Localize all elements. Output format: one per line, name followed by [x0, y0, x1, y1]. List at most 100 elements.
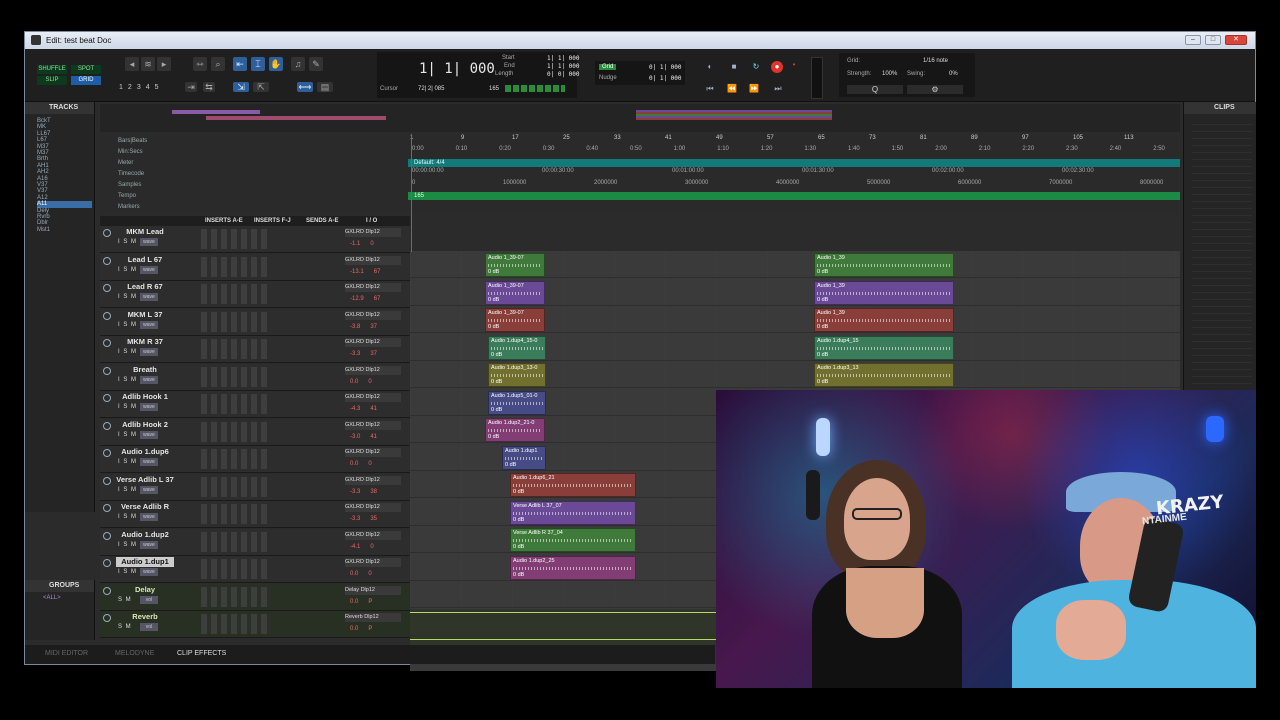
track-view-selector[interactable]: vol: [140, 595, 158, 604]
insert-send-slots[interactable]: [201, 366, 271, 387]
zoom-preset-4[interactable]: 4: [146, 84, 155, 91]
track-volume[interactable]: -3.0 41: [350, 433, 400, 441]
insert-send-slots[interactable]: [201, 394, 271, 414]
track-solo-mute-buttons[interactable]: I S M: [118, 459, 137, 465]
record-mode-icon[interactable]: •: [787, 59, 801, 71]
track-volume-value[interactable]: 0.0: [350, 571, 358, 577]
track-io-selector[interactable]: GXLRD Dlp12: [345, 283, 401, 292]
track-row[interactable]: Audio 1.dup1 I S Mwave GXLRD Dlp12 0.0 0: [100, 556, 410, 583]
track-solo-mute-buttons[interactable]: I S M: [118, 294, 137, 300]
track-volume-value[interactable]: -4.1: [350, 544, 360, 550]
track-type-icon[interactable]: [103, 229, 111, 237]
track-io-selector[interactable]: GXLRD Dlp12: [345, 558, 401, 567]
insert-send-slots[interactable]: [201, 256, 271, 277]
grid-mode-button[interactable]: GRID: [71, 76, 101, 85]
track-type-icon[interactable]: [103, 256, 111, 265]
track-io-selector[interactable]: GXLRD Dlp12: [345, 393, 401, 402]
insert-send-slots[interactable]: [201, 504, 271, 524]
track-view-selector[interactable]: wave: [140, 348, 158, 356]
meter-ruler[interactable]: Default: 4/4: [408, 159, 1180, 167]
track-name[interactable]: MKM R 37: [116, 337, 174, 347]
track-solo-mute-buttons[interactable]: I S M: [118, 377, 137, 383]
stop-icon[interactable]: ■: [727, 61, 741, 73]
track-io-selector[interactable]: GXLRD Dlp12: [345, 310, 401, 320]
track-solo-mute-buttons[interactable]: I S M: [118, 239, 137, 245]
track-io-selector[interactable]: GXLRD Dlp12: [345, 530, 401, 540]
track-volume[interactable]: 0.0 P: [350, 625, 400, 633]
track-solo-mute-buttons[interactable]: S M: [118, 624, 132, 630]
nudge-label[interactable]: Nudge: [599, 75, 617, 81]
track-volume[interactable]: -12.9 67: [350, 295, 400, 303]
track-pan-value[interactable]: 0: [368, 571, 371, 577]
track-type-icon[interactable]: [103, 476, 111, 485]
audio-clip[interactable]: Audio 1_39-07 0 dB: [485, 280, 545, 305]
insert-send-slots[interactable]: [201, 229, 271, 249]
track-view-selector[interactable]: wave: [140, 293, 158, 301]
track-pan-value[interactable]: 41: [370, 434, 377, 440]
zoom-out-icon[interactable]: ◂: [125, 57, 139, 71]
playhead-marker[interactable]: [411, 134, 412, 252]
insert-send-slots[interactable]: [201, 284, 271, 304]
track-volume[interactable]: -3.3 37: [350, 350, 400, 358]
online-icon[interactable]: ◐: [703, 61, 717, 73]
audio-clip[interactable]: Verse Adlib R 37_04 0 dB: [510, 528, 636, 552]
audio-clip[interactable]: Audio 1.dup4_15 0 dB: [814, 335, 954, 360]
track-pan-value[interactable]: P: [368, 626, 372, 632]
tcE-icon[interactable]: ▤: [317, 82, 333, 92]
zoom-preset-5[interactable]: 5: [155, 84, 164, 91]
return-to-zero-icon[interactable]: ⏮: [703, 83, 717, 95]
track-view-selector[interactable]: wave: [140, 265, 158, 274]
trim-tool-icon[interactable]: ⇤: [233, 57, 247, 71]
track-row[interactable]: Verse Adlib R 37I S Mwave GXLRD Dlp12 -3.3…: [100, 501, 410, 528]
track-volume-value[interactable]: -3.3: [350, 351, 360, 357]
track-volume-value[interactable]: -3.3: [350, 489, 360, 495]
zoom-presets[interactable]: 12345: [119, 84, 164, 91]
track-volume[interactable]: -3.8 37: [350, 323, 400, 331]
audio-clip[interactable]: Audio 1_39 0 dB: [814, 280, 954, 305]
track-row[interactable]: Audio 1.dup6 I S Mwave GXLRD Dlp12 0.0 0: [100, 446, 410, 473]
insert-send-slots[interactable]: [201, 476, 271, 497]
audio-clip[interactable]: Audio 1.dup1 0 dB: [502, 445, 546, 470]
track-view-selector[interactable]: wave: [140, 238, 158, 246]
track-name[interactable]: MKM Lead: [116, 227, 174, 237]
tempo-ruler[interactable]: 165: [408, 192, 1180, 200]
track-view-selector[interactable]: wave: [140, 485, 158, 494]
tab-melodyne[interactable]: MELODYNE: [115, 650, 154, 657]
audio-clip[interactable]: Audio 1_39 0 dB: [814, 308, 954, 332]
link-timeline-icon[interactable]: ⇆: [203, 82, 215, 92]
track-volume-value[interactable]: -12.9: [350, 296, 364, 302]
zoom-preset-2[interactable]: 2: [128, 84, 137, 91]
quantize-icon[interactable]: Q: [847, 85, 903, 94]
ruler-label[interactable]: Tempo: [118, 191, 188, 201]
track-type-icon[interactable]: [103, 311, 111, 320]
track-volume-value[interactable]: -3.3: [350, 516, 360, 522]
spot-mode-button[interactable]: SPOT: [71, 65, 101, 74]
track-pan-value[interactable]: 0: [368, 461, 371, 467]
record-icon[interactable]: ●: [771, 61, 783, 73]
track-row[interactable]: Audio 1.dup2 I S Mwave GXLRD Dlp12 -4.1 0: [100, 528, 410, 556]
audio-clip[interactable]: Audio 1.dup4_15-0 0 dB: [488, 335, 546, 360]
insert-send-slots[interactable]: [201, 559, 271, 579]
grid-label[interactable]: Grid: [599, 64, 617, 70]
ruler-label[interactable]: Timecode: [118, 169, 188, 179]
zoom-in-icon[interactable]: ▸: [157, 57, 171, 71]
track-volume[interactable]: -13.1 67: [350, 268, 400, 276]
fast-forward-icon[interactable]: ⏩: [747, 83, 761, 95]
track-row[interactable]: Lead L 67 I S Mwave GXLRD Dlp12 -13.1 67: [100, 253, 410, 281]
track-pan-value[interactable]: 41: [370, 406, 377, 412]
audio-clip[interactable]: Verse Adlib L 37_07 0 dB: [510, 500, 636, 525]
link-track-edit-icon[interactable]: ⇲: [233, 82, 249, 92]
track-io-selector[interactable]: GXLRD Dlp12: [345, 365, 401, 375]
track-name[interactable]: Verse Adlib R 37: [116, 502, 174, 521]
track-name[interactable]: Audio 1.dup6: [116, 447, 174, 457]
close-button[interactable]: ✕: [1225, 35, 1247, 45]
start-value[interactable]: 1| 1| 000: [547, 55, 580, 62]
track-pan-value[interactable]: 38: [370, 489, 377, 495]
play-icon[interactable]: ↻: [749, 61, 763, 73]
track-name[interactable]: MKM L 37: [116, 310, 174, 320]
pencil-tool-icon[interactable]: ✎: [309, 57, 323, 71]
track-row[interactable]: Lead R 67 I S Mwave GXLRD Dlp12 -12.9 67: [100, 281, 410, 308]
track-volume-value[interactable]: -4.3: [350, 406, 360, 412]
track-type-icon[interactable]: [103, 531, 111, 540]
track-row[interactable]: MKM Lead I S Mwave GXLRD Dlp12 -1.1 0: [100, 226, 410, 253]
